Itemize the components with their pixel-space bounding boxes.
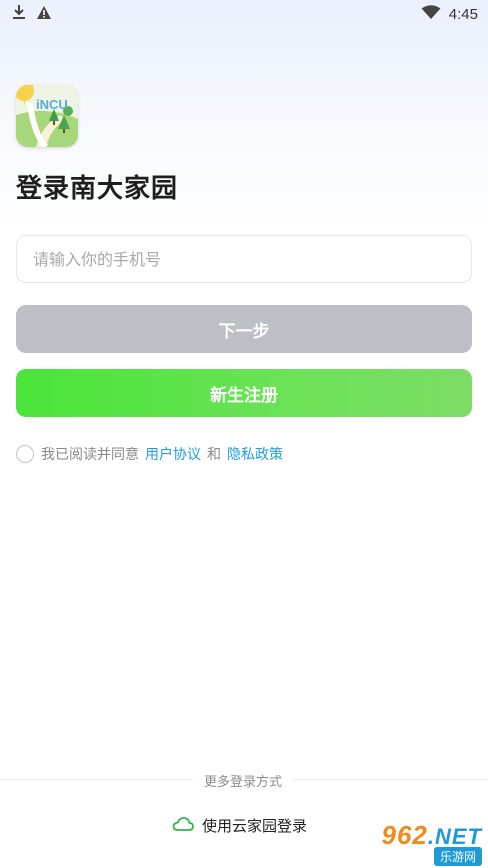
logo-text: iNCU (36, 97, 68, 112)
agreement-checkbox[interactable] (16, 445, 34, 463)
phone-number-input[interactable] (16, 235, 472, 283)
user-agreement-link[interactable]: 用户协议 (145, 444, 201, 464)
agreement-prefix: 我已阅读并同意 (41, 447, 139, 463)
watermark-number: 962 (381, 820, 428, 850)
next-step-button[interactable]: 下一步 (16, 305, 472, 353)
wifi-icon (421, 4, 441, 24)
status-bar: 4:45 (0, 0, 488, 28)
warning-icon (36, 5, 52, 24)
watermark-net: .NET (427, 824, 482, 849)
app-logo: iNCU (16, 85, 78, 147)
page-title: 登录南大家园 (16, 174, 179, 204)
new-student-register-button[interactable]: 新生注册 (16, 369, 472, 417)
download-icon (12, 4, 26, 24)
agreement-conjunction: 和 (207, 447, 221, 463)
site-watermark: 962.NET 乐游网 (348, 818, 488, 868)
status-time: 4:45 (448, 5, 478, 23)
more-login-label: 更多登录方式 (194, 771, 293, 790)
watermark-sub: 乐游网 (433, 847, 482, 866)
privacy-policy-link[interactable]: 隐私政策 (227, 444, 283, 464)
cloud-login-label: 使用云家园登录 (202, 817, 308, 835)
cloud-home-login-button[interactable]: 使用云家园登录 (172, 815, 307, 836)
agreement-row: 我已阅读并同意 用户协议 和 隐私政策 (16, 444, 289, 464)
cloud-icon (172, 816, 194, 836)
